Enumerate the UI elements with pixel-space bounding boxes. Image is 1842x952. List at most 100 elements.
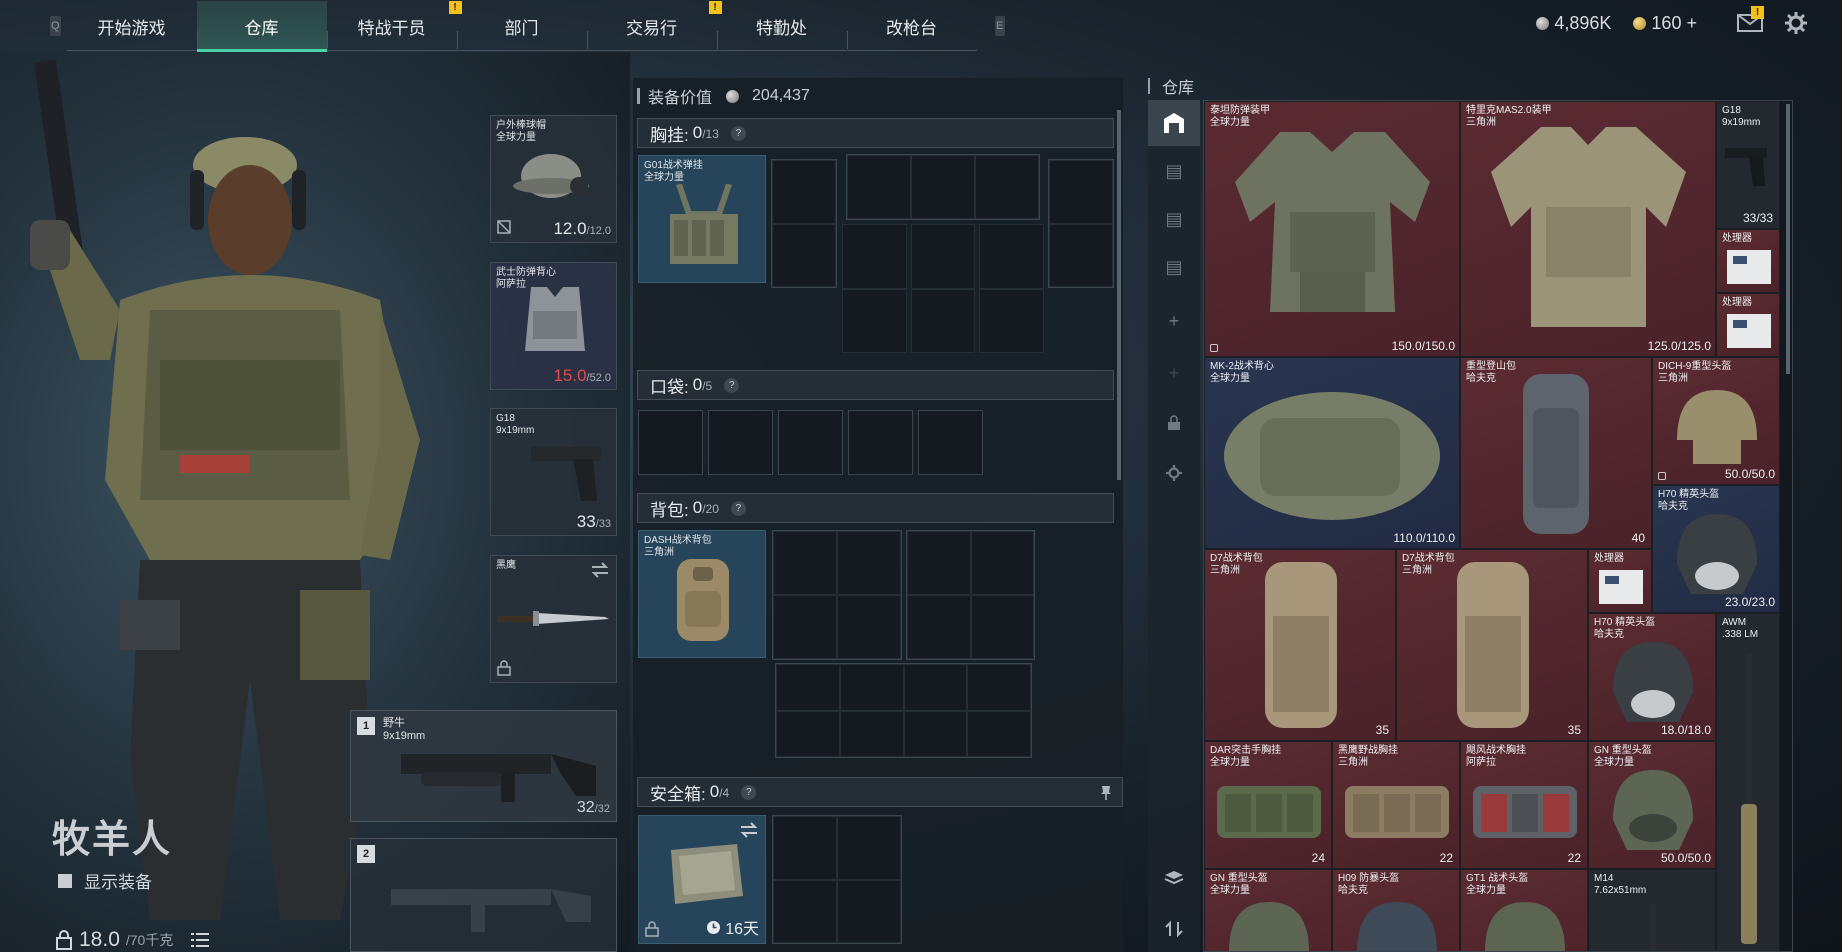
pocket-slot[interactable] [848,410,913,475]
primary-weapon-slot[interactable]: 1 野牛 9x19mm 32/32 [350,710,617,822]
pocket-slot[interactable] [638,410,703,475]
stash-item-awm[interactable]: AWM .338 LM [1716,613,1780,951]
item-name: DAR突击手胸挂 全球力量 [1210,745,1282,768]
backpack-slot-grid[interactable] [906,530,1035,660]
stash-item-d7-backpack[interactable]: D7战术背包 三角洲 35 [1396,549,1588,741]
stash-item-processor[interactable]: 处理器 [1588,549,1652,613]
stash-settings-button[interactable] [1148,450,1200,496]
add-page-button[interactable]: + [1148,298,1200,344]
sort-button[interactable] [1148,906,1200,952]
stash-page-1-tab[interactable]: ▤ [1148,148,1200,194]
header-bar [637,88,640,104]
stash-item-mk2-vest[interactable]: MK-2战术背心 全球力量 110.0/110.0 [1204,357,1460,549]
tab-special-ops[interactable]: ! 特勤处 [708,1,847,51]
durability: 150.0/150.0 [1391,339,1455,353]
safe-box-item[interactable]: 16天 [638,815,766,944]
pistol-slot[interactable]: G18 9x19mm 33/33 [490,408,617,536]
layers-button[interactable] [1148,856,1200,902]
gear-icon [1785,12,1807,34]
tab-market[interactable]: 交易行 [586,1,717,51]
helmet-icon [1677,514,1757,594]
stash-item-gt1-helmet[interactable]: GT1 战术头盔 全球力量 [1460,869,1588,951]
stash-item-processor[interactable]: 处理器 [1716,229,1780,293]
stash-item-heavy-backpack[interactable]: 重型登山包 哈夫克 40 [1460,357,1652,549]
help-icon[interactable]: ? [741,784,757,800]
stash-item-jufeng-rig[interactable]: 飓风战术胸挂 阿萨拉 22 [1460,741,1588,869]
item-name: G01战术弹挂 全球力量 [644,160,703,183]
pin-icon[interactable] [1100,786,1112,800]
plus-icon: + [1168,310,1180,331]
helmet-slot[interactable]: 户外棒球帽 全球力量 12.0/12.0 [490,115,617,243]
ammo-count: 32/32 [576,799,610,816]
mail-alert-badge: ! [1751,6,1764,19]
pocket-slot[interactable] [778,410,843,475]
chest-rig-header: 胸挂: 0/13 ? [637,118,1114,148]
list-icon[interactable] [191,932,210,948]
secondary-weapon-slot[interactable]: 2 [350,838,617,952]
stash-item-m14[interactable]: M14 7.62x51mm [1588,869,1716,951]
stash-item-h70-helmet[interactable]: H70 精英头盔 哈夫克 18.0/18.0 [1588,613,1716,741]
settings-button[interactable] [1785,12,1807,34]
stash-item-d7-backpack[interactable]: D7战术背包 三角洲 35 [1204,549,1396,741]
armor-slot[interactable]: 武士防弹背心 阿萨拉 15.0/52.0 [490,262,617,390]
lock-button[interactable] [1148,400,1200,446]
chest-slot-grid[interactable] [771,159,837,288]
chest-slot-grid[interactable] [1048,159,1114,288]
add-page-disabled-button[interactable]: + [1148,350,1200,396]
help-icon[interactable]: ? [730,125,746,141]
stash-all-tab[interactable] [1148,100,1200,146]
show-equipment-toggle[interactable]: 显示装备 [58,868,152,893]
tab-operators[interactable]: 特战干员 [326,1,457,51]
backpack-slot-grid[interactable] [775,663,1032,758]
item-name: AWM .338 LM [1722,617,1759,640]
section-label: 安全箱: [650,784,706,804]
swap-icon[interactable] [739,822,759,838]
stash-item-h70-helmet[interactable]: H70 精英头盔 哈夫克 23.0/23.0 [1652,485,1780,613]
backpack-slot-grid[interactable] [772,530,902,660]
stash-item-gn-helmet[interactable]: GN 重型头盔 全球力量 [1204,869,1332,951]
section-label: 口袋: [650,377,689,397]
melee-slot[interactable]: 黑鹰 [490,555,617,683]
gold-currency[interactable]: 160 + [1633,13,1697,34]
durability: 110.0/110.0 [1393,531,1455,545]
stash-grid: 泰坦防弹装甲 全球力量 150.0/150.0 特里克MAS2.0装甲 三角洲 12… [1203,100,1793,952]
safe-case-icon [671,844,743,904]
stash-item-heiying-rig[interactable]: 黑鹰野战胸挂 三角洲 22 [1332,741,1460,869]
pocket-slot[interactable] [918,410,983,475]
help-icon[interactable]: ? [724,377,740,393]
loadout-scrollbar[interactable] [1117,110,1121,480]
pocket-slot[interactable] [708,410,773,475]
processor-icon [1727,250,1771,284]
stash-item-tanker-armor[interactable]: 泰坦防弹装甲 全球力量 150.0/150.0 [1204,101,1460,357]
durability: 50.0/50.0 [1724,467,1775,481]
weight-max: /70千克 [125,932,174,948]
add-currency-button[interactable]: + [1686,13,1697,33]
checkbox[interactable] [58,873,72,888]
swap-icon[interactable] [590,562,610,578]
tab-start-game[interactable]: 开始游戏 [67,1,197,51]
stash-item-h09-helmet[interactable]: H09 防暴头盔 哈夫克 [1332,869,1460,951]
stash-item-mas-armor[interactable]: 特里克MAS2.0装甲 三角洲 125.0/125.0 [1460,101,1716,357]
stash-item-processor[interactable]: 处理器 [1716,293,1780,357]
stash-item-gn-helmet[interactable]: GN 重型头盔 全球力量 50.0/50.0 [1588,741,1716,869]
safe-box-slot-grid[interactable] [772,815,902,944]
help-icon[interactable]: ? [730,500,746,516]
chest-slot-grid[interactable] [846,154,1040,220]
stash-item-dich9-helmet[interactable]: DICH-9重型头盔 三角洲 50.0/50.0 [1652,357,1780,485]
mail-button[interactable]: ! [1737,6,1764,32]
stash-page-3-tab[interactable]: ▤ [1148,244,1200,290]
item-name: 重型登山包 哈夫克 [1466,361,1516,384]
tab-gunsmith[interactable]: 改枪台 [846,1,977,51]
backpack-item[interactable]: DASH战术背包 三角洲 [638,530,766,658]
chest-rig-item[interactable]: G01战术弹挂 全球力量 [638,155,766,283]
stash-item-dar-rig[interactable]: DAR突击手胸挂 全球力量 24 [1204,741,1332,869]
chest-slot-grid[interactable] [842,224,1044,353]
tab-warehouse[interactable]: 仓库 [196,1,327,52]
tab-department[interactable]: ! 部门 [448,1,587,51]
item-name: 处理器 [1594,553,1624,564]
stash-item-g18[interactable]: G18 9x19mm 33/33 [1716,101,1780,229]
stash-scrollbar[interactable] [1786,104,1790,374]
durability: 18.0/18.0 [1660,723,1711,737]
helmet-icon [1357,902,1437,951]
stash-page-2-tab[interactable]: ▤ [1148,196,1200,242]
